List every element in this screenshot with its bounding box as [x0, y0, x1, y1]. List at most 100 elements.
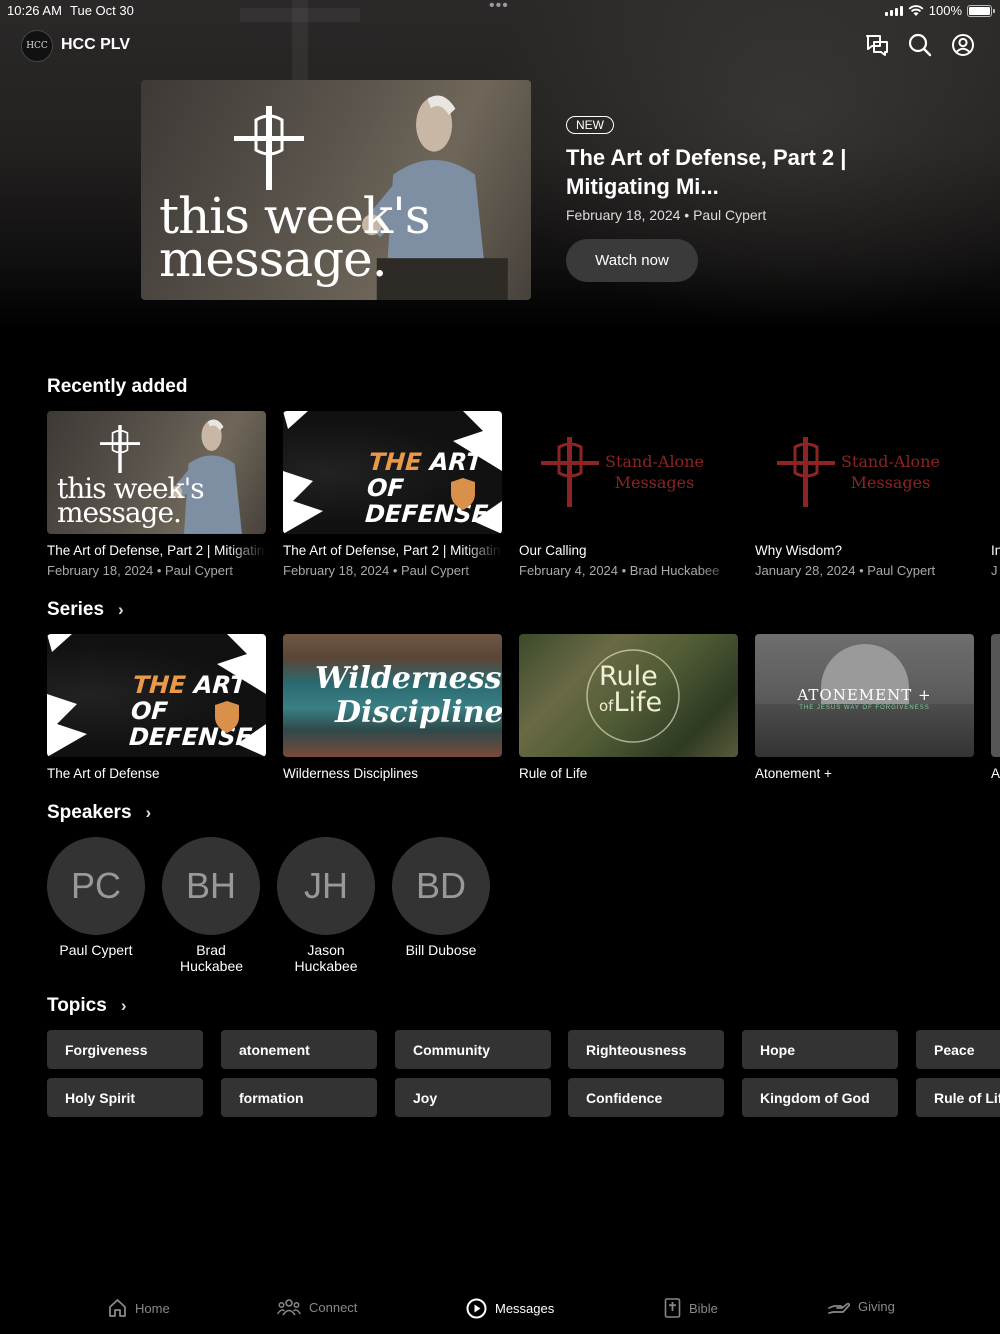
series-card-image: ATONEMENT + THE JESUS WAY OF FORGIVENESS	[755, 634, 974, 757]
section-title-text: Series	[47, 599, 105, 620]
thumb-text-line2: Disciplines	[335, 695, 502, 730]
thumb-text-the: THE	[367, 448, 423, 476]
people-icon	[277, 1299, 301, 1316]
cross-logo-icon	[100, 425, 140, 473]
hills-art	[755, 704, 974, 757]
speaker-name: Brad Huckabee	[180, 942, 244, 974]
hero-cross-logo	[234, 106, 304, 190]
series-card-image: Wilderness Disciplines	[283, 634, 502, 757]
speaker-name: Bill Dubose	[405, 942, 477, 958]
topic-chip[interactable]: Forgiveness	[47, 1030, 203, 1069]
tab-messages[interactable]: Messages	[466, 1298, 554, 1319]
speaker-item[interactable]: PC Paul Cypert	[47, 837, 145, 958]
recent-card-image: THE ART OF DEFENSE	[283, 411, 502, 534]
thumb-subtext: THE JESUS WAY OF FORGIVENESS	[799, 705, 930, 711]
topic-chip[interactable]: Righteousness	[568, 1030, 724, 1069]
recent-card[interactable]: THE ART OF DEFENSE The Art of Defense, P…	[283, 411, 502, 578]
topic-chip[interactable]: Confidence	[568, 1078, 724, 1117]
status-right: 100%	[884, 3, 995, 18]
section-title-text: Topics	[47, 995, 107, 1016]
recently-added-title: Recently added	[47, 376, 187, 398]
tab-giving[interactable]: Giving	[828, 1298, 895, 1314]
play-circle-icon	[466, 1298, 487, 1319]
thumb-text: Stand-Alone Messages	[841, 451, 940, 493]
red-cross-logo-icon	[777, 437, 835, 507]
card-title: The Art of Defense, Part 2 | Mitigating …	[283, 543, 502, 558]
thumb-text: THE ART OF DEFENSE	[364, 448, 502, 528]
chevron-right-icon: ›	[145, 803, 152, 822]
section-title-text: Recently added	[47, 376, 188, 397]
card-meta: J	[991, 563, 998, 578]
card-meta: February 18, 2024 • Paul Cypert	[283, 563, 469, 578]
app-title: HCC PLV	[61, 36, 131, 53]
hero-image-text: this week's message.	[159, 187, 431, 288]
speakers-title[interactable]: Speakers ›	[47, 802, 151, 824]
bottom-tab-bar: Home Connect Messages Bible Giving	[0, 1284, 1000, 1334]
thumb-text: ATONEMENT +	[797, 686, 932, 704]
app-root: 10:26 AM Tue Oct 30 ••• 100% HCC HCC PLV	[0, 0, 1000, 1334]
topic-chip[interactable]: Rule of Life	[916, 1078, 1000, 1117]
thumb-text: this week's message.	[57, 472, 205, 530]
chat-icon[interactable]	[864, 32, 890, 58]
topics-title[interactable]: Topics ›	[47, 995, 127, 1017]
card-title: Wilderness Disciplines	[283, 766, 419, 781]
speaker-name: Jason Huckabee	[294, 942, 358, 974]
series-card-partial[interactable]: A	[991, 634, 1000, 784]
speaker-item[interactable]: BH Brad Huckabee	[162, 837, 260, 974]
recent-card[interactable]: Stand-Alone Messages Why Wisdom? January …	[755, 411, 974, 578]
tab-connect[interactable]: Connect	[277, 1298, 357, 1316]
thumb-text-line1: Stand-Alone	[841, 452, 940, 471]
cellular-signal-icon	[884, 5, 903, 16]
topic-chip[interactable]: Joy	[395, 1078, 551, 1117]
watch-now-button[interactable]: Watch now	[566, 239, 698, 282]
home-icon	[109, 1299, 126, 1317]
series-card[interactable]: Rule ofLife Rule of Life	[519, 634, 738, 781]
series-card[interactable]: THE ART OF DEFENSE The Art of Defense	[47, 634, 266, 781]
avatar: BH	[162, 837, 260, 935]
topic-chip[interactable]: atonement	[221, 1030, 377, 1069]
avatar: BD	[392, 837, 490, 935]
series-card-image	[991, 634, 1000, 757]
thumb-text-line2: Messages	[614, 473, 695, 492]
tab-bible[interactable]: Bible	[664, 1298, 718, 1318]
topic-chip[interactable]: Holy Spirit	[47, 1078, 203, 1117]
tab-label: Giving	[858, 1298, 895, 1314]
recent-card-image: Stand-Alone Messages	[519, 411, 738, 534]
topic-chip[interactable]: Community	[395, 1030, 551, 1069]
series-card-image: Rule ofLife	[519, 634, 738, 757]
card-meta: February 4, 2024 • Brad Huckabee	[519, 563, 720, 578]
topic-chip[interactable]: Kingdom of God	[742, 1078, 898, 1117]
account-icon[interactable]	[950, 32, 976, 58]
tab-label: Home	[135, 1300, 170, 1316]
card-title: In	[991, 543, 1000, 558]
topic-chip[interactable]: formation	[221, 1078, 377, 1117]
tab-home[interactable]: Home	[108, 1298, 170, 1318]
card-title: Our Calling	[519, 543, 587, 558]
battery-percent: 100%	[928, 3, 962, 18]
recent-card-image: Stand-Alone Messages	[755, 411, 974, 534]
tab-label: Messages	[495, 1301, 555, 1316]
recent-card-partial[interactable]: In J	[991, 411, 1000, 586]
hero-title[interactable]: The Art of Defense, Part 2 | Mitigating …	[566, 143, 866, 201]
speaker-item[interactable]: BD Bill Dubose	[392, 837, 490, 958]
series-card[interactable]: ATONEMENT + THE JESUS WAY OF FORGIVENESS…	[755, 634, 974, 781]
speaker-item[interactable]: JH Jason Huckabee	[277, 837, 375, 974]
series-title[interactable]: Series ›	[47, 599, 124, 621]
hero-image[interactable]: this week's message.	[141, 80, 531, 300]
recent-card[interactable]: this week's message. The Art of Defense,…	[47, 411, 266, 578]
card-meta: February 18, 2024 • Paul Cypert	[47, 563, 233, 578]
multitasking-dots[interactable]: •••	[489, 0, 509, 15]
thumb-text-life: Life	[613, 687, 663, 718]
search-icon[interactable]	[907, 32, 933, 58]
tab-label: Bible	[689, 1300, 718, 1316]
card-title: The Art of Defense, Part 2 | Mitigating …	[47, 543, 266, 558]
church-logo[interactable]: HCC	[21, 30, 53, 62]
series-card-image: THE ART OF DEFENSE	[47, 634, 266, 757]
series-card[interactable]: Wilderness Disciplines Wilderness Discip…	[283, 634, 502, 781]
tab-label: Connect	[309, 1299, 358, 1315]
topic-chip[interactable]: Peace	[916, 1030, 1000, 1069]
recent-card[interactable]: Stand-Alone Messages Our Calling February…	[519, 411, 738, 578]
card-meta: January 28, 2024 • Paul Cypert	[755, 563, 936, 578]
topic-chip[interactable]: Hope	[742, 1030, 898, 1069]
shield-icon	[451, 478, 475, 510]
